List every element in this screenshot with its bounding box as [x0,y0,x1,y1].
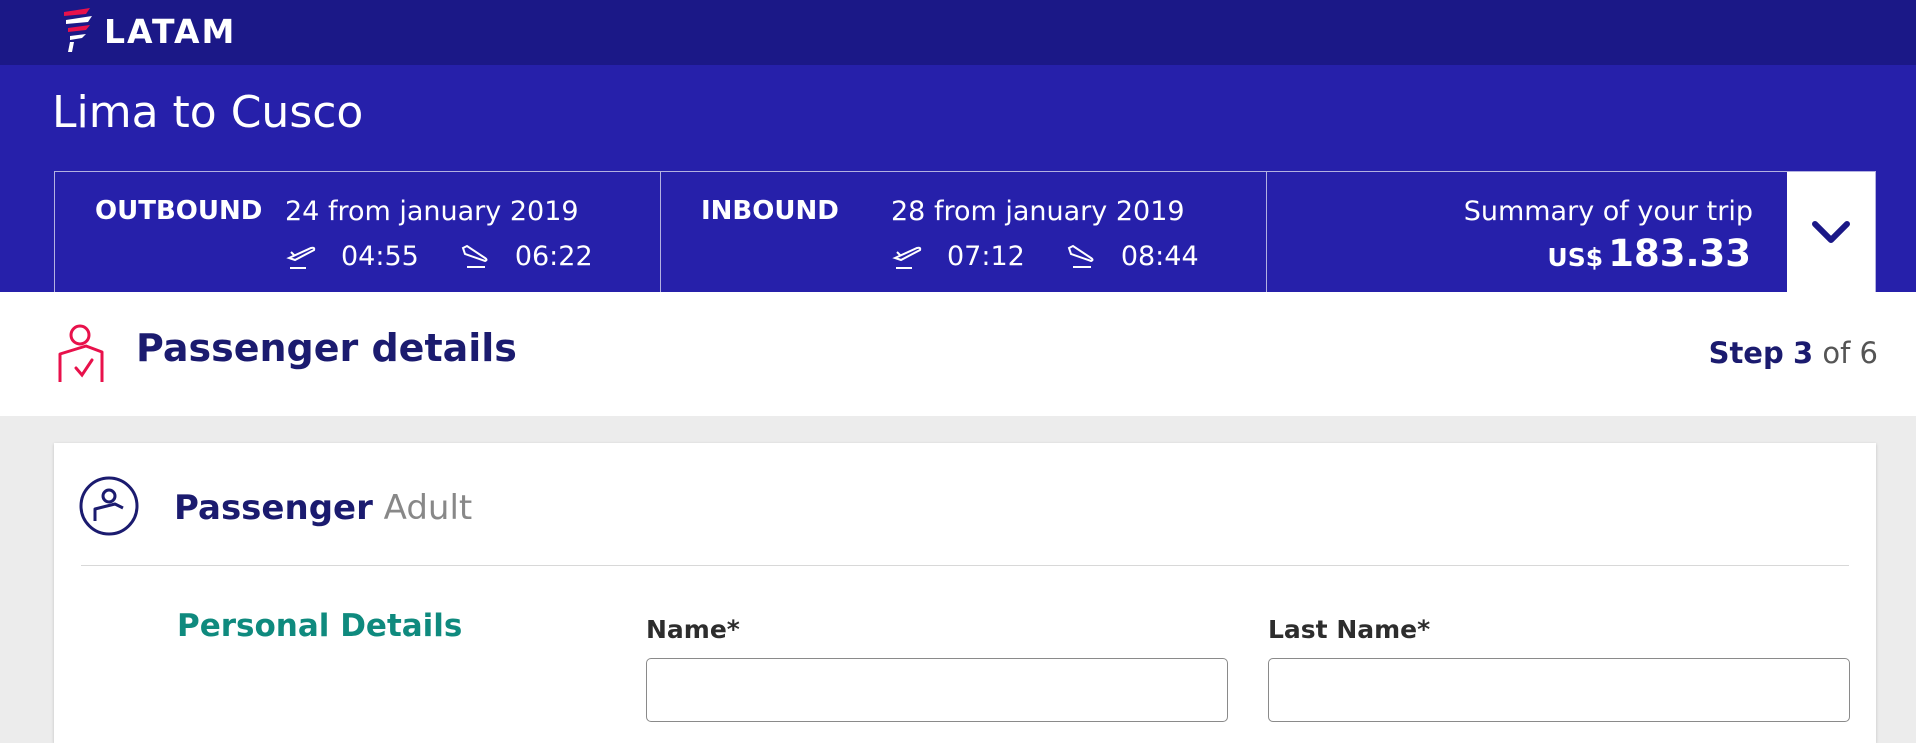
inbound-date: 28 from january 2019 [891,196,1185,227]
outbound-arrive-time: 06:22 [514,240,593,272]
card-divider [81,565,1849,566]
landing-icon [459,240,491,272]
landing-icon [1065,240,1097,272]
outbound-label: OUTBOUND [95,196,263,226]
step-counter: Step 3 of 6 [1709,336,1878,370]
inbound-arrive-time: 08:44 [1120,240,1199,272]
summary-expand-button[interactable] [1787,172,1875,293]
last-name-label: Last Name* [1268,615,1431,644]
name-input[interactable] [646,658,1228,722]
latam-logo-icon [64,8,92,52]
name-label: Name* [646,615,740,644]
last-name-input[interactable] [1268,658,1850,722]
takeoff-icon [285,240,317,272]
passenger-avatar-icon [79,476,139,536]
summary-label: Summary of your trip [1463,196,1753,227]
brand-name: LATAM [104,11,237,51]
step-title: Passenger details [136,326,517,370]
passenger-check-icon [58,324,104,382]
outbound-depart-time: 04:55 [341,240,419,272]
inbound-times: 07:12 08:44 [891,240,1239,272]
step-word: Step [1708,336,1784,370]
outbound-date: 24 from january 2019 [285,196,579,227]
step-total: of 6 [1822,336,1878,370]
price-currency: US$ [1547,243,1604,272]
inbound-segment: INBOUND 28 from january 2019 07:12 08:44 [661,172,1267,292]
personal-details-heading: Personal Details [177,608,463,644]
summary-price: US$ 183.33 [1547,232,1751,275]
outbound-segment: OUTBOUND 24 from january 2019 04:55 06:2… [55,172,661,292]
inbound-label: INBOUND [701,196,839,226]
trip-summary-band: Lima to Cusco OUTBOUND 24 from january 2… [0,65,1916,293]
passenger-card: Passenger Adult Personal Details Name* L… [54,443,1876,743]
latam-logo[interactable]: LATAM [62,8,236,54]
trip-summary: Summary of your trip US$ 183.33 [1267,172,1875,293]
takeoff-icon [891,240,923,272]
chevron-down-icon [1812,220,1850,243]
inbound-depart-time: 07:12 [947,240,1025,272]
top-navbar: LATAM [0,0,1916,65]
route-title: Lima to Cusco [52,87,364,138]
passenger-label: Passenger [174,488,373,528]
step-header: Passenger details Step 3 of 6 [0,292,1916,416]
outbound-times: 04:55 06:22 [285,240,633,272]
flight-summary-box: OUTBOUND 24 from january 2019 04:55 06:2… [54,171,1876,293]
price-amount: 183.33 [1608,232,1751,275]
step-current: 3 [1792,336,1814,370]
passenger-title: Passenger Adult [174,488,472,528]
passenger-type: Adult [383,488,473,528]
